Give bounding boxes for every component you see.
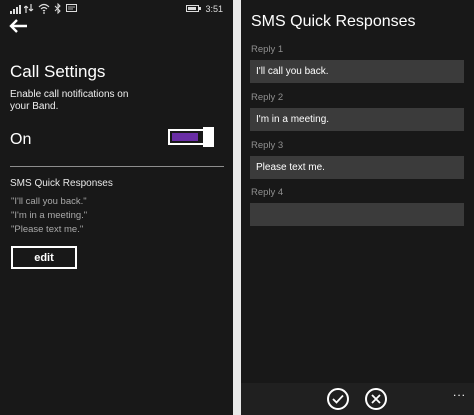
wifi-icon [38,3,50,14]
reply-preview-item: "I'm in a meeting." [11,210,88,221]
edit-button[interactable]: edit [11,246,77,269]
bluetooth-icon [54,3,61,14]
stage: 3:51 Call Settings Enable call notificat… [0,0,474,415]
status-time: 3:51 [205,4,223,14]
page-title: SMS Quick Responses [251,13,416,30]
sms-section-title: SMS Quick Responses [10,178,113,189]
call-settings-screen: 3:51 Call Settings Enable call notificat… [0,0,233,415]
quick-responses-screen: SMS Quick Responses Reply 1 Reply 2 Repl… [241,0,474,415]
reply-4-field[interactable] [250,203,464,226]
status-bar: 3:51 [10,3,223,15]
reply-3-field[interactable] [250,156,464,179]
page-title: Call Settings [10,62,106,81]
reply-1-field[interactable] [250,60,464,83]
reply-preview-item: "I'll call you back." [11,196,87,207]
app-bar: ... [241,383,474,415]
reply-2-field[interactable] [250,108,464,131]
network-icon [24,4,34,13]
checkmark-icon [332,394,344,404]
battery-icon [186,5,201,12]
signal-icon [10,3,22,15]
toggle-fill [172,133,198,141]
close-icon [371,394,381,404]
reply-preview-list: "I'll call you back." "I'm in a meeting.… [11,195,87,237]
cancel-button[interactable] [365,388,387,410]
message-icon [66,4,77,12]
divider [10,166,224,167]
notification-description: Enable call notifications on your Band. [10,89,129,112]
more-options-button[interactable]: ... [453,385,466,399]
toggle-state-label: On [10,131,32,148]
back-arrow-icon[interactable] [8,18,28,34]
reply-4-label: Reply 4 [251,187,284,198]
reply-2-label: Reply 2 [251,92,284,103]
reply-preview-item: "Please text me." [11,224,84,235]
toggle-thumb[interactable] [203,127,214,147]
reply-3-label: Reply 3 [251,140,284,151]
save-button[interactable] [327,388,349,410]
reply-1-label: Reply 1 [251,44,284,55]
call-notification-toggle[interactable] [168,127,214,147]
